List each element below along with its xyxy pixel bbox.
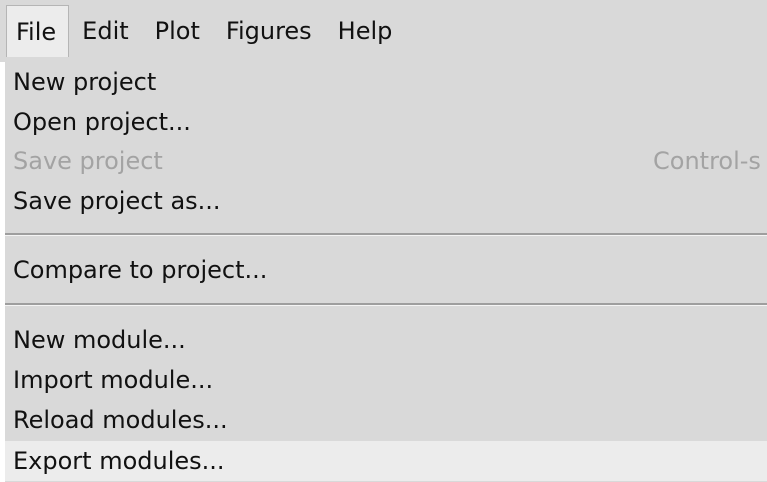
menu-item-label: Compare to project... <box>13 256 268 284</box>
menu-separator <box>5 303 767 306</box>
menu-item-import-module[interactable]: Import module... <box>5 360 767 400</box>
menu-item-label: New module... <box>13 326 186 354</box>
menu-item-compare-to-project[interactable]: Compare to project... <box>5 250 767 290</box>
menu-help[interactable]: Help <box>325 5 406 57</box>
menu-figures[interactable]: Figures <box>213 5 325 57</box>
menu-bar: File Edit Plot Figures Help <box>0 0 767 62</box>
menu-edit[interactable]: Edit <box>69 5 141 57</box>
menu-item-label: Export modules... <box>13 447 225 475</box>
menu-item-label: Reload modules... <box>13 406 228 434</box>
menu-item-label: Open project... <box>13 108 191 136</box>
menu-item-open-project[interactable]: Open project... <box>5 102 767 142</box>
menu-item-save-project-as[interactable]: Save project as... <box>5 181 767 221</box>
menu-item-save-project: Save project Control-s <box>5 141 767 181</box>
menu-item-new-project[interactable]: New project <box>5 62 767 102</box>
menu-file[interactable]: File <box>6 5 70 57</box>
menu-item-label: Save project <box>13 147 163 175</box>
menu-item-export-modules[interactable]: Export modules... <box>5 441 767 481</box>
menu-item-label: Save project as... <box>13 187 221 215</box>
menu-item-reload-modules[interactable]: Reload modules... <box>5 400 767 440</box>
file-dropdown-menu: New project Open project... Save project… <box>5 62 767 482</box>
menu-item-new-module[interactable]: New module... <box>5 320 767 360</box>
shortcut-label: Control-s <box>653 147 761 175</box>
menu-item-label: New project <box>13 68 157 96</box>
menu-separator <box>5 233 767 236</box>
menu-plot[interactable]: Plot <box>142 5 213 57</box>
menu-item-label: Import module... <box>13 366 214 394</box>
